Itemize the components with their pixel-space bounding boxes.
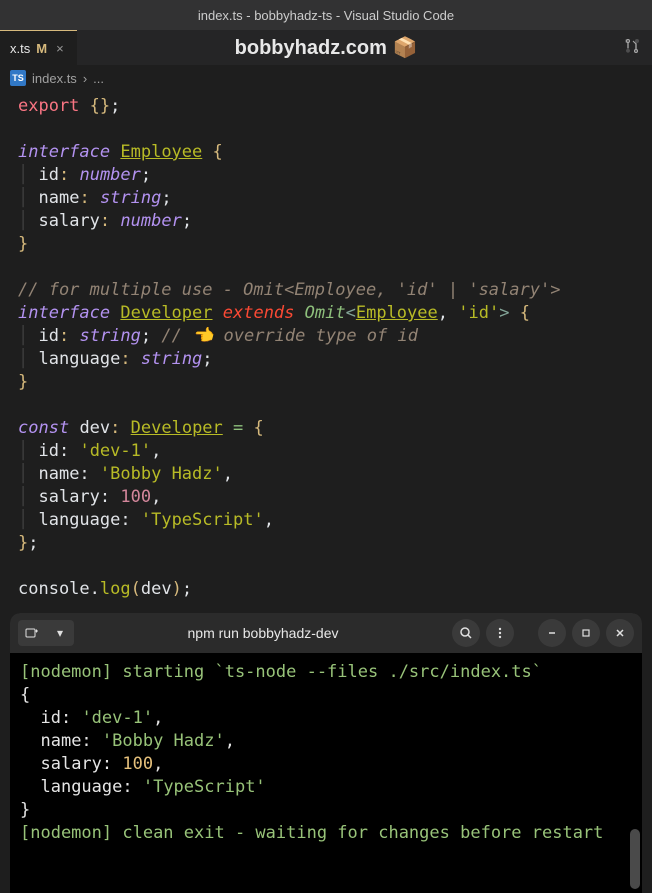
var-dev: dev (79, 418, 110, 438)
type-omit: Omit (305, 303, 346, 323)
breadcrumb[interactable]: TS index.ts › ... (0, 65, 652, 91)
nodemon-tag: [nodemon] (20, 662, 112, 682)
equals: = (233, 418, 243, 438)
type-developer: Developer (131, 418, 223, 438)
out-key: id: (20, 708, 81, 728)
keyword-interface: interface (18, 303, 110, 323)
tab-filename: x.ts (10, 41, 30, 56)
out-val: 'dev-1' (81, 708, 153, 728)
page-title: bobbyhadz.com 📦 (235, 35, 418, 60)
type-string: string (79, 326, 140, 346)
minimize-button[interactable] (538, 619, 566, 647)
colon: : (59, 165, 69, 185)
tab-dropdown-button[interactable]: ▾ (46, 620, 74, 646)
terminal-title: npm run bobbyhadz-dev (78, 625, 448, 641)
breadcrumb-file[interactable]: index.ts (32, 71, 77, 86)
code-editor[interactable]: export {}; interface Employee { │ id: nu… (0, 91, 652, 605)
tab-bar: x.ts M × bobbyhadz.com 📦 (0, 30, 652, 65)
braces: {} (90, 96, 110, 116)
search-button[interactable] (452, 619, 480, 647)
type-developer: Developer (120, 303, 212, 323)
comment: // for multiple use - Omit<Employee, 'id… (18, 280, 560, 300)
editor-tab[interactable]: x.ts M × (0, 30, 77, 65)
breadcrumb-more: ... (93, 71, 104, 86)
breadcrumb-separator: › (83, 71, 87, 86)
window-titlebar: index.ts - bobbyhadz-ts - Visual Studio … (0, 0, 652, 30)
keyword-extends: extends (223, 303, 295, 323)
semicolon: ; (110, 96, 120, 116)
comment: // 👈️ override type of id (161, 326, 418, 346)
semicolon: ; (141, 165, 151, 185)
terminal-output[interactable]: [nodemon] starting `ts-node --files ./sr… (10, 653, 642, 853)
brace-close: } (18, 372, 28, 392)
keyword-interface: interface (18, 142, 110, 162)
keyword-export: export (18, 96, 79, 116)
typescript-file-icon: TS (10, 70, 26, 86)
menu-button[interactable] (486, 619, 514, 647)
prop-id: id (38, 165, 58, 185)
nodemon-tag: [nodemon] (20, 823, 112, 843)
prop-id: id: (38, 441, 69, 461)
var-dev: dev (141, 579, 172, 599)
string-val: 'dev-1' (79, 441, 151, 461)
close-button[interactable] (606, 619, 634, 647)
type-string: string (100, 188, 161, 208)
method-log: log (100, 579, 131, 599)
var-console: console (18, 579, 90, 599)
type-employee: Employee (356, 303, 438, 323)
out-val: 'Bobby Hadz' (102, 731, 225, 751)
prop-language: language (38, 349, 120, 369)
terminal-scrollbar[interactable] (630, 655, 640, 889)
type-number: number (79, 165, 140, 185)
out-key: language: (20, 777, 143, 797)
brace: { (20, 685, 30, 705)
git-compare-icon[interactable] (624, 38, 640, 58)
out-key: salary: (20, 754, 122, 774)
prop-salary: salary: (38, 487, 110, 507)
tab-close-button[interactable]: × (53, 41, 67, 56)
string-val: 'TypeScript' (141, 510, 264, 530)
brace-close: } (18, 234, 28, 254)
prop-id: id (38, 326, 58, 346)
brace-open: { (213, 142, 223, 162)
out-key: name: (20, 731, 102, 751)
out-val: 'TypeScript' (143, 777, 266, 797)
terminal-panel: ▾ npm run bobbyhadz-dev [nodemon] starti… (10, 613, 642, 893)
type-number: number (120, 211, 181, 231)
tab-modified-indicator: M (36, 41, 47, 56)
terminal-toolbar: ▾ npm run bobbyhadz-dev (10, 613, 642, 653)
number-val: 100 (120, 487, 151, 507)
nodemon-msg: starting `ts-node --files ./src/index.ts… (112, 662, 542, 682)
prop-salary: salary (38, 211, 99, 231)
out-num: 100 (122, 754, 153, 774)
prop-name: name: (38, 464, 89, 484)
string-id: 'id' (458, 303, 499, 323)
string-val: 'Bobby Hadz' (100, 464, 223, 484)
keyword-const: const (18, 418, 69, 438)
brace: } (20, 800, 30, 820)
maximize-button[interactable] (572, 619, 600, 647)
window-title: index.ts - bobbyhadz-ts - Visual Studio … (198, 8, 454, 23)
type-employee: Employee (120, 142, 202, 162)
nodemon-msg: clean exit - waiting for changes before … (112, 823, 603, 843)
type-string: string (141, 349, 202, 369)
prop-name: name (38, 188, 79, 208)
scrollbar-thumb[interactable] (630, 829, 640, 889)
prop-language: language: (38, 510, 130, 530)
new-tab-button[interactable] (18, 620, 46, 646)
